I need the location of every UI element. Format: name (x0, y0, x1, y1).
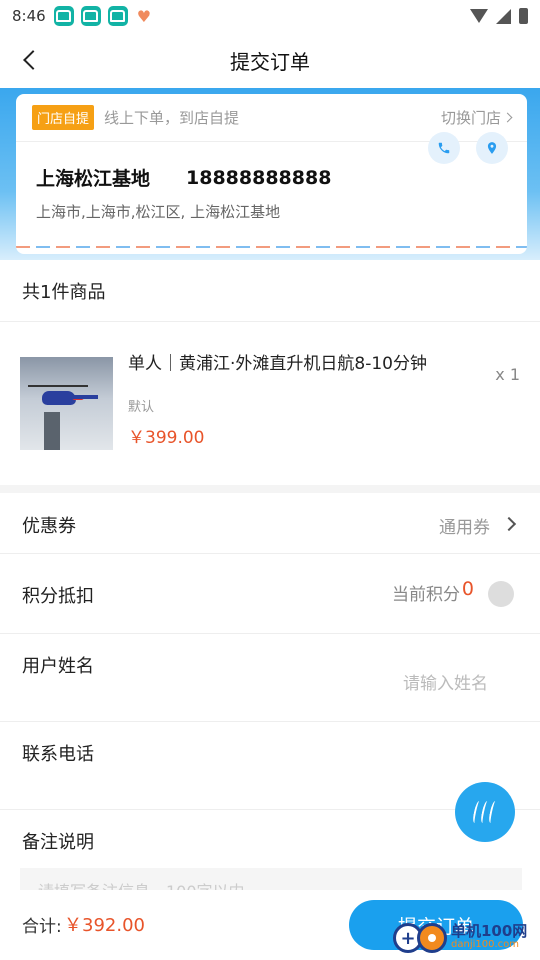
orange-dot-icon (417, 923, 447, 953)
store-card: 门店自提 线上下单，到店自提 切换门店 上海松江基地 18888888888 上… (16, 94, 527, 254)
total-label: 合计: (22, 917, 62, 937)
total-amount: ￥392.00 (64, 915, 145, 936)
product-price: ￥399.00 (128, 428, 205, 448)
switch-store-label: 切换门店 (440, 109, 501, 127)
pickup-description: 线上下单，到店自提 (104, 109, 240, 127)
wifi-icon (470, 9, 488, 23)
heart-app-icon: ♥ (136, 6, 152, 26)
product-name: 单人｜黄浦江·外滩直升机日航8-10分钟 (128, 354, 427, 374)
store-address: 上海市,上海市,松江区, 上海松江基地 (36, 203, 281, 221)
current-points-label: 当前积分 (392, 585, 460, 605)
store-phone: 18888888888 (186, 166, 332, 189)
points-row: 积分抵扣 当前积分 0 (0, 554, 540, 634)
page-title: 提交订单 (230, 49, 310, 74)
back-button[interactable] (10, 40, 50, 80)
car-app-icon (53, 6, 74, 26)
product-quantity: x 1 (495, 365, 520, 384)
car-app-icon (107, 6, 128, 26)
watermark-logo: + 单机100网 danji100.com (393, 920, 527, 956)
current-points-value: 0 (461, 578, 474, 600)
status-time: 8:46 (12, 7, 46, 25)
status-bar: 8:46 ♥ (0, 0, 540, 32)
battery-icon (519, 8, 528, 24)
user-name-row: 用户姓名 (0, 634, 540, 722)
signal-icon (496, 8, 511, 24)
switch-store-button[interactable]: 切换门店 (440, 107, 513, 128)
product-image (20, 357, 113, 450)
coupon-label: 优惠券 (22, 516, 76, 537)
chevron-left-icon (23, 50, 43, 70)
contact-phone-label: 联系电话 (22, 744, 94, 765)
chevron-right-icon (501, 516, 517, 532)
coupon-row[interactable]: 优惠券 通用券 (0, 493, 540, 554)
call-store-button[interactable] (428, 132, 460, 164)
remark-label: 备注说明 (22, 832, 94, 853)
points-label: 积分抵扣 (22, 586, 94, 607)
phone-icon (438, 142, 450, 154)
goods-count: 共1件商品 (0, 260, 540, 322)
store-name: 上海松江基地 (36, 168, 151, 190)
envelope-border (16, 246, 527, 248)
user-name-input[interactable] (288, 674, 488, 694)
pickup-badge: 门店自提 (32, 105, 95, 130)
store-location-button[interactable] (476, 132, 508, 164)
section-divider (0, 485, 540, 493)
car-app-icon (80, 6, 101, 26)
contact-phone-input[interactable] (288, 762, 488, 782)
watermark-sub: danji100.com (451, 939, 519, 950)
chevron-right-icon (502, 112, 513, 123)
product-spec: 默认 (128, 400, 155, 415)
coupon-value: 通用券 (439, 518, 490, 538)
floating-service-button[interactable] (455, 782, 515, 842)
points-toggle[interactable] (488, 581, 514, 607)
nav-bar: 提交订单 (0, 32, 540, 88)
user-name-label: 用户姓名 (22, 656, 94, 677)
goods-item[interactable]: 单人｜黄浦江·外滩直升机日航8-10分钟 默认 ￥399.00 x 1 (0, 323, 540, 485)
location-pin-icon (487, 142, 497, 154)
status-indicators (470, 8, 528, 24)
watermark-text: 单机100网 (451, 922, 528, 940)
